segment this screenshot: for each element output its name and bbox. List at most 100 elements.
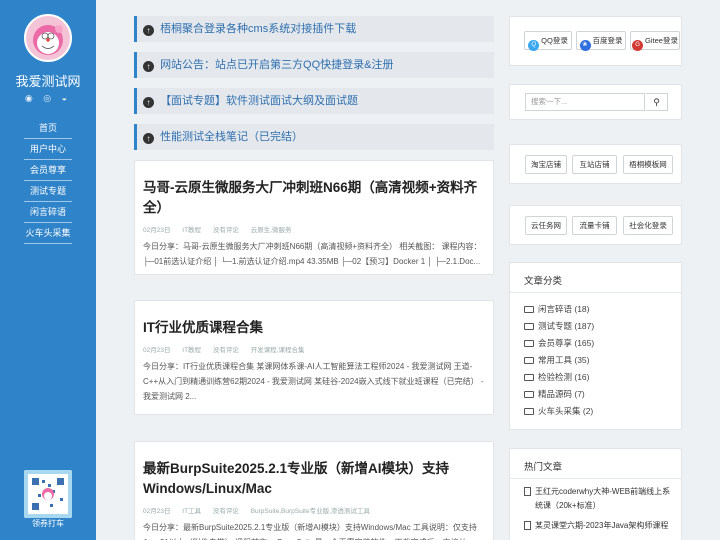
post-title[interactable]: 马哥-云原生微服务大厂冲刺班N66期（高清视频+资料齐全）	[143, 178, 485, 218]
search-input[interactable]: 搜索一下...	[525, 93, 645, 111]
gitee-icon: G	[632, 40, 644, 51]
category-label: 检验检测 (16)	[538, 372, 590, 382]
sidebar: 我爱测试网 ◉ ◎ ◒ 首页 用户中心 会员尊享 测试专题 闲言碎语 火车头采集…	[0, 0, 96, 540]
category-item[interactable]: 精品源码 (7)	[524, 386, 594, 403]
folder-icon	[524, 391, 534, 398]
nav-item-home[interactable]: 首页	[24, 118, 72, 139]
folder-icon	[524, 357, 534, 364]
post-date: 02月23日	[143, 508, 171, 515]
post-title[interactable]: 最新BurpSuite2025.2.1专业版（新增AI模块）支持Windows/…	[143, 459, 485, 499]
social-links: ◉ ◎ ◒	[0, 93, 96, 104]
category-item[interactable]: 会员尊享 (165)	[524, 335, 594, 352]
notice-text: 梧桐聚合登录各种cms系统对接插件下载	[160, 23, 357, 35]
wutong-template-button[interactable]: 梧桐模板网	[623, 155, 673, 174]
notice-text: 性能测试全栈笔记（已完结）	[160, 131, 304, 143]
hot-posts-widget: 热门文章 王红元coderwhy大神-WEB前端线上系统课（20k+标准） 某灵…	[509, 448, 682, 540]
taobao-shop-button[interactable]: 淘宝店铺	[525, 155, 567, 174]
baidu-login-button[interactable]: ❀ 百度登录	[576, 31, 626, 51]
category-item[interactable]: 检验检测 (16)	[524, 369, 594, 386]
search-button[interactable]: ⚲	[646, 93, 668, 111]
post-comments[interactable]: 没有评论	[213, 347, 239, 354]
post-excerpt: 今日分享：马哥-云原生微服务大厂冲刺班N66期（高清视频+资料齐全） 相关截图：…	[143, 242, 482, 266]
qq-login-button[interactable]: Q QQ登录	[524, 31, 572, 51]
hot-posts-title: 热门文章	[524, 462, 563, 473]
folder-icon	[524, 408, 534, 415]
category-item[interactable]: 测试专题 (187)	[524, 318, 594, 335]
post-tags[interactable]: BurpSuite,BurpSuite专业版,渗透测试工具	[251, 508, 370, 515]
notice-4[interactable]: ↑ 性能测试全栈笔记（已完结）	[134, 124, 494, 150]
notice-text: 网站公告：站点已开启第三方QQ快捷登录&注册	[160, 59, 394, 71]
notice-3[interactable]: ↑ 【面试专题】软件测试面试大纲及面试题	[134, 88, 494, 114]
category-label: 火车头采集 (2)	[538, 406, 594, 416]
notice-2[interactable]: ↑ 网站公告：站点已开启第三方QQ快捷登录&注册	[134, 52, 494, 78]
category-label: 常用工具 (35)	[538, 355, 590, 365]
post-meta: 02月23日 IT工具 没有评论 BurpSuite,BurpSuite专业版,…	[143, 505, 485, 515]
nav-item-chatter[interactable]: 闲言碎语	[24, 202, 72, 223]
baidu-icon: ❀	[579, 40, 591, 51]
rss-icon[interactable]: ◉	[25, 93, 37, 103]
post-meta: 02月23日 IT教程 没有评论 云原生,微服务	[143, 224, 485, 234]
qq-login-label: QQ登录	[541, 36, 568, 45]
qr-label: 领券打车	[32, 519, 64, 528]
category-item[interactable]: 闲言碎语 (18)	[524, 301, 594, 318]
post-excerpt: 今日分享：IT行业优质课程合集 某课网体系课-AI人工智能算法工程师2024 -…	[143, 362, 484, 401]
search-widget: 搜索一下... ⚲	[509, 84, 682, 120]
category-label: 会员尊享 (165)	[538, 338, 595, 348]
cloud-task-button[interactable]: 云任务网	[525, 216, 567, 235]
divider	[510, 292, 681, 293]
shop-links-widget: 淘宝店铺 互站店铺 梧桐模板网	[509, 144, 682, 184]
post-title[interactable]: IT行业优质课程合集	[143, 318, 485, 338]
category-item[interactable]: 火车头采集 (2)	[524, 403, 594, 420]
post-card: IT行业优质课程合集 02月23日 IT教程 没有评论 开发课程,课程合集 今日…	[134, 300, 494, 415]
category-label: 测试专题 (187)	[538, 321, 595, 331]
data-card-button[interactable]: 流量卡铺	[572, 216, 617, 235]
qr-code-icon	[24, 470, 72, 518]
notice-1[interactable]: ↑ 梧桐聚合登录各种cms系统对接插件下载	[134, 16, 494, 42]
hot-post-label: 某灵课堂六期-2023年Java架构师课程	[535, 521, 669, 530]
hot-post-item[interactable]: 某灵课堂六期-2023年Java架构师课程	[524, 519, 674, 533]
hot-post-item[interactable]: 王红元coderwhy大神-WEB前端线上系统课（20k+标准）	[524, 485, 674, 513]
qr-code[interactable]	[24, 470, 72, 518]
category-item[interactable]: 常用工具 (35)	[524, 352, 594, 369]
arrow-circle-icon: ↑	[143, 25, 154, 36]
folder-icon	[524, 306, 534, 313]
categories-widget: 文章分类 闲言碎语 (18) 测试专题 (187) 会员尊享 (165) 常用工…	[509, 262, 682, 430]
folder-icon	[524, 323, 534, 330]
huzhan-shop-button[interactable]: 互站店铺	[572, 155, 617, 174]
nav-item-collector[interactable]: 火车头采集	[24, 223, 72, 244]
gitee-login-button[interactable]: G Gitee登录	[630, 31, 680, 51]
arrow-circle-icon: ↑	[143, 61, 154, 72]
main-nav: 首页 用户中心 会员尊享 测试专题 闲言碎语 火车头采集	[24, 118, 72, 244]
post-comments[interactable]: 没有评论	[213, 508, 239, 515]
github-icon[interactable]: ◒	[62, 93, 71, 103]
doraemon-avatar-icon	[26, 16, 70, 60]
search-icon: ⚲	[653, 97, 660, 107]
post-category[interactable]: IT教程	[182, 227, 201, 234]
hot-post-list: 王红元coderwhy大神-WEB前端线上系统课（20k+标准） 某灵课堂六期-…	[524, 485, 674, 539]
nav-item-testing[interactable]: 测试专题	[24, 181, 72, 202]
nav-item-vip[interactable]: 会员尊享	[24, 160, 72, 181]
divider	[510, 478, 681, 479]
weibo-icon[interactable]: ◎	[43, 93, 55, 103]
service-links-widget: 云任务网 流量卡铺 社会化登录	[509, 205, 682, 245]
qq-icon: Q	[528, 40, 540, 51]
category-list: 闲言碎语 (18) 测试专题 (187) 会员尊享 (165) 常用工具 (35…	[524, 301, 594, 420]
post-category[interactable]: IT工具	[182, 508, 201, 515]
post-comments[interactable]: 没有评论	[213, 227, 239, 234]
post-tags[interactable]: 云原生,微服务	[251, 227, 292, 234]
document-icon	[524, 487, 531, 496]
post-category[interactable]: IT教程	[182, 347, 201, 354]
arrow-circle-icon: ↑	[143, 133, 154, 144]
post-tags[interactable]: 开发课程,课程合集	[251, 347, 305, 354]
social-login-button[interactable]: 社会化登录	[623, 216, 673, 235]
baidu-login-label: 百度登录	[592, 36, 623, 45]
category-label: 精品源码 (7)	[538, 389, 585, 399]
site-title[interactable]: 我爱测试网	[0, 71, 96, 90]
post-card: 最新BurpSuite2025.2.1专业版（新增AI模块）支持Windows/…	[134, 441, 494, 540]
arrow-circle-icon: ↑	[143, 97, 154, 108]
notice-text: 【面试专题】软件测试面试大纲及面试题	[160, 95, 359, 107]
post-date: 02月23日	[143, 227, 171, 234]
nav-item-user-center[interactable]: 用户中心	[24, 139, 72, 160]
post-meta: 02月23日 IT教程 没有评论 开发课程,课程合集	[143, 344, 485, 354]
avatar[interactable]	[24, 14, 72, 62]
